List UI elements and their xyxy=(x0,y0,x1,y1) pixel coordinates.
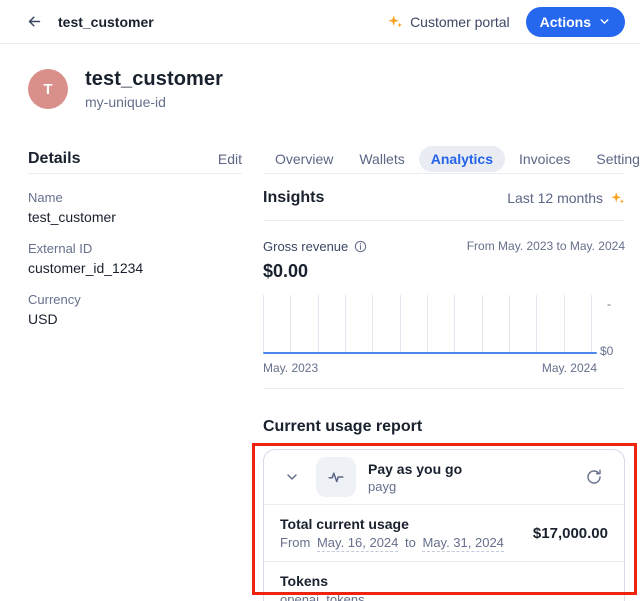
main-content: Details Edit Name test_customer External… xyxy=(0,144,640,601)
tab-overview[interactable]: Overview xyxy=(263,146,345,172)
sparkle-icon xyxy=(387,14,403,30)
back-button[interactable] xyxy=(20,8,48,36)
chart-gridline xyxy=(564,295,565,352)
period-middle: to xyxy=(405,535,416,550)
gross-revenue-chart: - $0 May. 2023 May. 2024 xyxy=(263,295,625,389)
chart-gridline xyxy=(509,295,510,352)
chart-plot xyxy=(263,295,591,352)
field-label: External ID xyxy=(28,241,242,256)
total-usage-label: Total current usage xyxy=(280,516,507,532)
x-axis-label-start: May. 2023 xyxy=(263,361,318,375)
collapse-toggle[interactable] xyxy=(280,465,304,489)
total-usage-titles: Total current usage From May. 16, 2024 t… xyxy=(280,516,507,550)
period-start-date[interactable]: May. 16, 2024 xyxy=(317,535,398,552)
customer-header: T test_customer my-unique-id xyxy=(28,68,612,110)
customer-unique-id: my-unique-id xyxy=(85,94,223,110)
total-usage-amount: $17,000.00 xyxy=(533,525,608,542)
plan-icon-container xyxy=(316,457,356,497)
tab-wallets[interactable]: Wallets xyxy=(347,146,416,172)
y-axis-label-top: - xyxy=(607,297,611,311)
field-label: Name xyxy=(28,190,242,205)
analytics-panel: Overview Wallets Analytics Invoices Sett… xyxy=(263,144,625,601)
top-bar: test_customer Customer portal Actions xyxy=(0,0,640,44)
details-title: Details xyxy=(28,150,80,168)
chevron-down-icon xyxy=(598,15,611,28)
edit-button[interactable]: Edit xyxy=(218,151,242,167)
customer-titles: test_customer my-unique-id xyxy=(85,68,223,110)
sparkle-icon xyxy=(610,191,625,206)
field-value: customer_id_1234 xyxy=(28,260,242,276)
customer-portal-label: Customer portal xyxy=(410,14,510,30)
chart-y-axis: - $0 xyxy=(591,295,625,352)
chart-date-range: From May. 2023 to May. 2024 xyxy=(467,239,625,253)
chart-gridline xyxy=(400,295,401,352)
chart-gridline xyxy=(427,295,428,352)
chart-zero-line xyxy=(263,352,597,354)
divider xyxy=(263,388,625,389)
chevron-down-icon xyxy=(284,469,300,485)
details-header: Details Edit xyxy=(28,144,242,174)
tokens-label: Tokens xyxy=(280,573,365,589)
y-axis-label-bottom: $0 xyxy=(600,344,613,358)
arrow-left-icon xyxy=(26,13,43,30)
pulse-icon xyxy=(327,468,345,486)
period-end-date[interactable]: May. 31, 2024 xyxy=(422,535,503,552)
chart-gridline xyxy=(290,295,291,352)
page-title: test_customer xyxy=(58,14,154,30)
usage-period: From May. 16, 2024 to May. 31, 2024 xyxy=(280,535,507,550)
chart-gridline xyxy=(318,295,319,352)
details-panel: Details Edit Name test_customer External… xyxy=(28,144,242,601)
actions-label: Actions xyxy=(540,14,591,30)
chart-gridline xyxy=(372,295,373,352)
chart-gridline xyxy=(536,295,537,352)
chart-gridline xyxy=(482,295,483,352)
field-label: Currency xyxy=(28,292,242,307)
avatar: T xyxy=(28,69,68,109)
chart-gridline xyxy=(263,295,264,352)
refresh-button[interactable] xyxy=(580,463,608,491)
plan-code: payg xyxy=(368,479,462,494)
field-name: Name test_customer xyxy=(28,190,242,225)
metric-header-row: Gross revenue From May. 2023 to May. 202… xyxy=(263,239,625,254)
chart-gridline xyxy=(454,295,455,352)
refresh-icon xyxy=(585,468,603,486)
usage-report-title: Current usage report xyxy=(263,418,625,436)
usage-card-header: Pay as you go payg xyxy=(264,450,624,505)
plan-name: Pay as you go xyxy=(368,461,462,477)
insights-header: Insights Last 12 months xyxy=(263,174,625,221)
field-external-id: External ID customer_id_1234 xyxy=(28,241,242,276)
field-value: test_customer xyxy=(28,209,242,225)
period-prefix: From xyxy=(280,535,310,550)
tokens-titles: Tokens openai_tokens xyxy=(280,573,365,601)
tab-bar: Overview Wallets Analytics Invoices Sett… xyxy=(263,144,625,174)
period-label: Last 12 months xyxy=(507,190,603,206)
total-usage-row: Total current usage From May. 16, 2024 t… xyxy=(264,505,624,562)
x-axis-label-end: May. 2024 xyxy=(542,361,597,375)
actions-button[interactable]: Actions xyxy=(526,7,625,37)
customer-name: test_customer xyxy=(85,68,223,91)
tab-invoices[interactable]: Invoices xyxy=(507,146,582,172)
gross-revenue-value: $0.00 xyxy=(263,261,625,282)
tokens-code: openai_tokens xyxy=(280,592,365,601)
tokens-row: Tokens openai_tokens xyxy=(264,562,624,601)
field-value: USD xyxy=(28,311,242,327)
chart-gridline xyxy=(345,295,346,352)
gross-revenue-label: Gross revenue xyxy=(263,239,367,254)
info-icon[interactable] xyxy=(354,240,367,253)
customer-portal-link[interactable]: Customer portal xyxy=(387,14,510,30)
chart-body: - $0 xyxy=(263,295,625,352)
chart-x-axis: May. 2023 May. 2024 xyxy=(263,361,625,375)
tab-analytics[interactable]: Analytics xyxy=(419,146,505,172)
tab-settings[interactable]: Settings xyxy=(584,146,640,172)
field-currency: Currency USD xyxy=(28,292,242,327)
metric-label-text: Gross revenue xyxy=(263,239,348,254)
insights-title: Insights xyxy=(263,189,324,207)
plan-titles: Pay as you go payg xyxy=(368,461,462,494)
usage-card: Pay as you go payg Total current usage F… xyxy=(263,449,625,601)
period-selector[interactable]: Last 12 months xyxy=(507,190,625,206)
avatar-initial: T xyxy=(43,81,52,98)
